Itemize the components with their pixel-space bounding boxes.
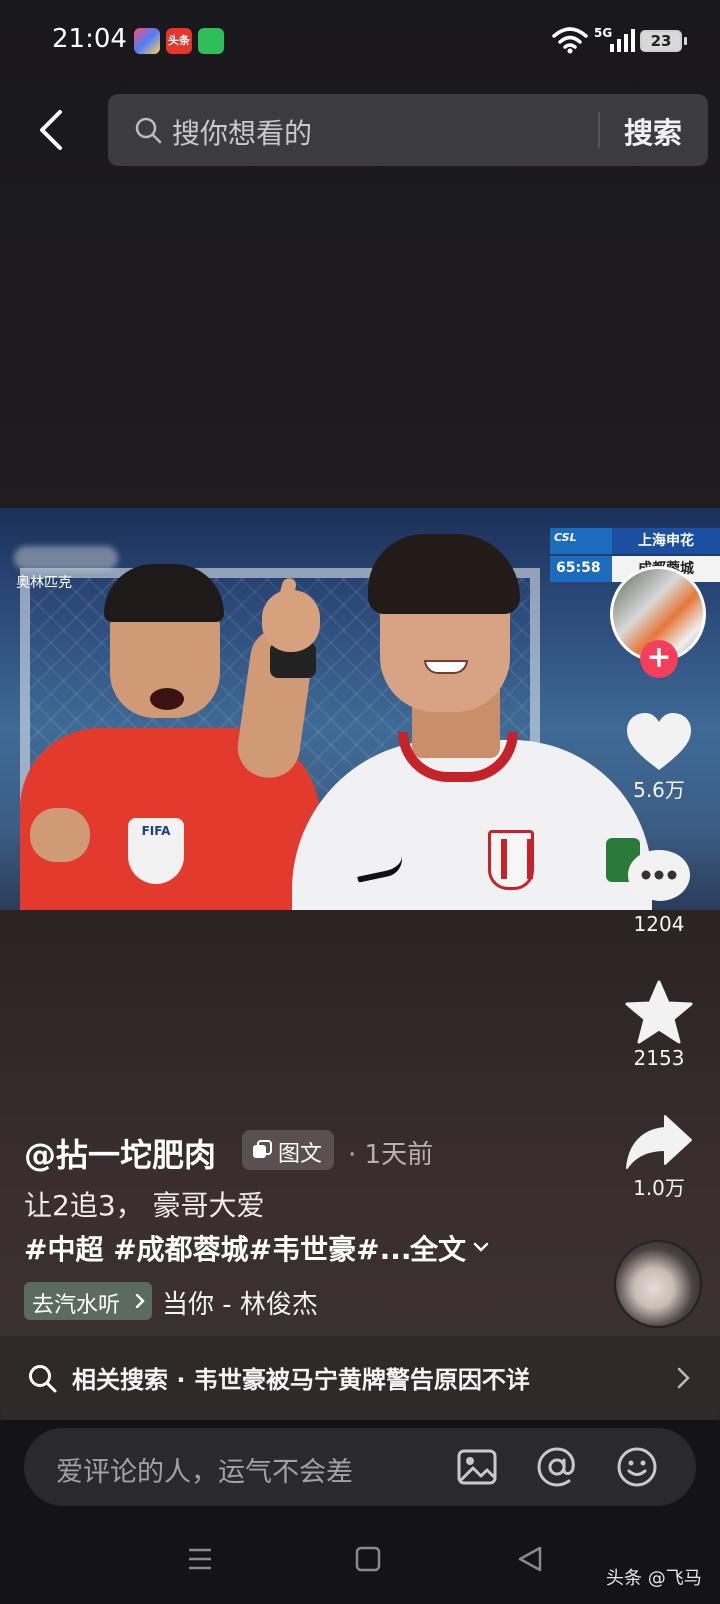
scoreboard-team-1: 上海申花 (612, 528, 720, 554)
search-placeholder: 搜你想看的 (172, 117, 313, 150)
music-disc-avatar[interactable] (614, 1240, 702, 1328)
olympic-watermark: 奥林匹克 (16, 575, 72, 591)
music-title[interactable]: 当你 - 林俊杰 (162, 1284, 318, 1321)
wifi-icon (552, 27, 588, 54)
search-icon (29, 1365, 57, 1393)
status-bar: 21:04 头条 5G 23 (0, 0, 720, 82)
back-triangle-icon[interactable] (516, 1544, 544, 1574)
mention-at-icon[interactable] (536, 1446, 578, 1488)
video-frame[interactable]: 奥林匹克 FIFA CSL 上海申花 65:58 成都蓉城 (0, 508, 720, 910)
player-hair (368, 534, 520, 614)
related-search-text: 相关搜索 · 韦世豪被马宁黄牌警告原因不详 (72, 1366, 530, 1394)
comment-input[interactable]: 爱评论的人，运气不会差 (24, 1428, 696, 1506)
search-icon (135, 117, 162, 144)
source-watermark: 头条 @飞马 (606, 1568, 702, 1589)
signal-icon (610, 29, 635, 52)
battery-tip (684, 37, 687, 45)
shield-icon (198, 28, 224, 54)
post-caption: 让2追3， 豪哥大爱 (24, 1189, 265, 1222)
scoreboard-row-1: CSL 上海申花 (550, 528, 720, 554)
status-time: 21:04 (52, 24, 127, 54)
search-divider (598, 112, 600, 148)
comment-button[interactable]: 1204 (616, 848, 702, 936)
chevron-down-icon (473, 1242, 489, 1252)
image-text-icon (253, 1140, 272, 1158)
search-input[interactable]: 搜你想看的 搜索 (108, 94, 708, 166)
star-icon (625, 980, 693, 1044)
post-hashtags[interactable]: #中超 #成都蓉城#韦世豪#... (24, 1228, 412, 1268)
referee-fist (30, 808, 90, 862)
share-count: 1.0万 (633, 1176, 685, 1200)
search-button[interactable]: 搜索 (624, 110, 682, 152)
comment-count: 1204 (633, 912, 685, 936)
comment-bubble-icon (628, 850, 690, 908)
csl-logo: CSL (554, 531, 577, 544)
expand-full-text-button[interactable]: 全文 (410, 1228, 466, 1268)
music-chip-label: 去汽水听 (32, 1293, 121, 1318)
favorite-count: 2153 (633, 1046, 685, 1070)
related-search-bar[interactable]: 相关搜索 · 韦世豪被马宁黄牌警告原因不详 (0, 1336, 720, 1420)
club-crest-icon (488, 830, 534, 890)
image-picker-icon[interactable] (456, 1446, 498, 1488)
open-in-music-app-button[interactable]: 去汽水听 (24, 1282, 152, 1320)
post-time: · 1天前 (348, 1140, 434, 1170)
toutiao-notification-icon: 头条 (166, 28, 192, 54)
referee-mouth (150, 688, 184, 710)
home-square-icon[interactable] (354, 1544, 382, 1574)
author-name[interactable]: @拈一坨肥肉 (24, 1130, 216, 1176)
back-arrow-icon[interactable] (28, 104, 72, 156)
blurred-logo (14, 546, 118, 570)
app-notification-icon (134, 28, 160, 54)
fifa-badge: FIFA (128, 818, 184, 884)
match-clock: 65:58 (556, 560, 601, 576)
share-arrow-icon (626, 1115, 692, 1169)
comment-placeholder: 爱评论的人，运气不会差 (56, 1457, 353, 1488)
favorite-button[interactable]: 2153 (616, 980, 702, 1070)
like-button[interactable]: 5.6万 (616, 712, 702, 803)
emoji-icon[interactable] (616, 1446, 658, 1488)
battery-icon: 23 (640, 30, 682, 52)
chevron-right-icon (135, 1294, 145, 1308)
post-type-chip: 图文 (242, 1130, 334, 1170)
heart-icon (627, 713, 691, 770)
menu-icon[interactable] (186, 1544, 214, 1574)
share-button[interactable]: 1.0万 (616, 1114, 702, 1201)
follow-plus-icon[interactable]: + (640, 640, 678, 678)
chevron-right-icon (677, 1367, 690, 1389)
post-type-label: 图文 (278, 1142, 323, 1167)
like-count: 5.6万 (633, 778, 685, 802)
